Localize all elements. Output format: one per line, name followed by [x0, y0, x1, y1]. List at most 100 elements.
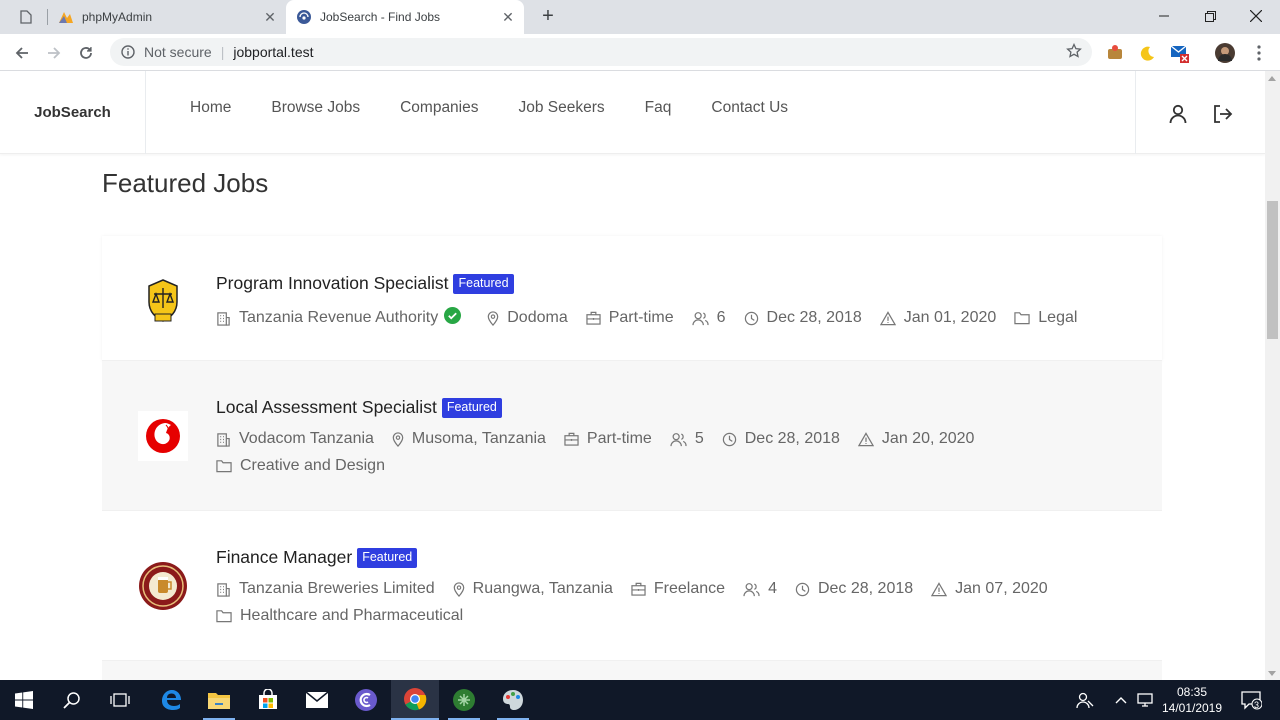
mail-extension-icon[interactable]: [1170, 43, 1190, 63]
job-category[interactable]: Legal: [1038, 309, 1077, 327]
close-tab-icon[interactable]: ✕: [260, 9, 280, 26]
job-card[interactable]: Program Innovation Specialist Featured T…: [102, 236, 1162, 361]
file-explorer-icon[interactable]: [195, 680, 243, 720]
positions-count: 6: [716, 309, 726, 326]
job-card[interactable]: [102, 661, 1162, 680]
building-icon: [217, 582, 230, 597]
job-title[interactable]: Local Assessment Specialist: [216, 397, 437, 418]
green-app-icon[interactable]: [440, 680, 488, 720]
store-icon[interactable]: [244, 680, 292, 720]
tbl-logo: [138, 561, 188, 611]
restore-button[interactable]: [1187, 0, 1233, 32]
scroll-down-arrow[interactable]: [1268, 671, 1276, 676]
start-button[interactable]: [0, 680, 48, 720]
minimize-button[interactable]: [1141, 0, 1187, 32]
company-name[interactable]: Tanzania Breweries Limited: [239, 580, 435, 598]
site-logo[interactable]: JobSearch: [0, 71, 146, 154]
job-meta-second-line: Healthcare and Pharmaceutical: [216, 607, 481, 625]
building-icon: [217, 311, 230, 326]
paint-app-icon[interactable]: [489, 680, 537, 720]
deadline-meta: Jan 07, 2020: [931, 580, 1048, 598]
task-view-icon[interactable]: [96, 680, 144, 720]
address-bar[interactable]: Not secure | jobportal.test: [110, 38, 1092, 66]
tab-phpmyadmin[interactable]: phpMyAdmin ✕: [48, 0, 286, 34]
vodacom-logo: [138, 411, 188, 461]
profile-avatar[interactable]: [1215, 43, 1235, 63]
folder-icon: [216, 610, 232, 623]
job-location: Musoma, Tanzania: [411, 430, 546, 447]
main-navigation: Home Browse Jobs Companies Job Seekers F…: [190, 99, 828, 117]
system-clock[interactable]: 08:35 14/01/2019: [1160, 684, 1224, 716]
positions-count: 4: [768, 580, 777, 597]
chrome-menu-icon[interactable]: [1249, 43, 1269, 63]
people-icon[interactable]: [1074, 680, 1096, 720]
back-button[interactable]: [9, 40, 35, 66]
nav-browse-jobs[interactable]: Browse Jobs: [271, 99, 360, 117]
users-icon: [743, 582, 760, 596]
deadline-meta: Jan 01, 2020: [879, 309, 996, 327]
user-icon[interactable]: [1167, 103, 1189, 125]
job-card[interactable]: Finance Manager Featured Tanzania Brewer…: [102, 511, 1162, 661]
briefcase-icon: [631, 582, 646, 596]
warning-triangle-icon: [931, 581, 948, 596]
nav-contact-us[interactable]: Contact Us: [711, 99, 788, 117]
folder-icon: [1014, 312, 1030, 325]
tab-jobsearch[interactable]: JobSearch - Find Jobs ✕: [286, 0, 524, 34]
posted-date: Dec 28, 2018: [817, 580, 914, 597]
logout-icon[interactable]: [1211, 103, 1233, 125]
close-window-button[interactable]: [1233, 0, 1279, 32]
section-title: Featured Jobs: [102, 168, 269, 198]
notification-center-icon[interactable]: 3: [1236, 680, 1266, 720]
job-meta-second-line: Creative and Design: [216, 457, 403, 475]
browser-tab-strip: phpMyAdmin ✕ JobSearch - Find Jobs ✕ +: [0, 0, 1280, 34]
phpmyadmin-icon: [58, 9, 74, 25]
reload-button[interactable]: [73, 40, 99, 66]
job-title[interactable]: Program Innovation Specialist: [216, 273, 448, 294]
scroll-up-arrow[interactable]: [1268, 76, 1276, 81]
clock-icon: [722, 432, 736, 446]
category-meta: Legal: [1014, 309, 1077, 327]
site-header: JobSearch Home Browse Jobs Companies Job…: [0, 71, 1265, 154]
job-category[interactable]: Healthcare and Pharmaceutical: [240, 607, 463, 625]
network-icon[interactable]: [1134, 680, 1156, 720]
mail-icon[interactable]: [293, 680, 341, 720]
search-icon[interactable]: [48, 680, 96, 720]
nav-faq[interactable]: Faq: [645, 99, 672, 117]
clock-icon: [795, 582, 810, 596]
company-name[interactable]: Tanzania Revenue Authority: [239, 309, 438, 327]
category-meta: Healthcare and Pharmaceutical: [216, 607, 463, 625]
forward-button[interactable]: [41, 40, 67, 66]
job-title[interactable]: Finance Manager: [216, 547, 352, 568]
extension-icon[interactable]: [1105, 43, 1125, 63]
featured-badge: Featured: [441, 397, 502, 418]
web-page: JobSearch Home Browse Jobs Companies Job…: [0, 71, 1265, 680]
moon-extension-icon[interactable]: [1137, 43, 1157, 63]
location-meta: Dodoma: [487, 309, 568, 327]
nav-home[interactable]: Home: [190, 99, 231, 117]
nav-job-seekers[interactable]: Job Seekers: [519, 99, 605, 117]
users-icon: [692, 311, 709, 325]
url-text[interactable]: jobportal.test: [233, 44, 313, 60]
bookmark-star-icon[interactable]: [1066, 42, 1082, 62]
job-card[interactable]: Local Assessment Specialist Featured Vod…: [102, 361, 1162, 511]
job-title-row: Local Assessment Specialist Featured: [216, 397, 502, 418]
app-icon[interactable]: [342, 680, 390, 720]
security-label: Not secure: [144, 44, 212, 60]
deadline-date: Jan 20, 2020: [881, 430, 975, 447]
chrome-icon[interactable]: [391, 680, 439, 720]
edge-browser-icon[interactable]: [147, 680, 195, 720]
location-meta: Musoma, Tanzania: [392, 430, 546, 448]
new-tab-button[interactable]: +: [536, 5, 560, 29]
job-type: Freelance: [653, 580, 726, 597]
scrollbar-thumb[interactable]: [1267, 201, 1278, 339]
info-icon[interactable]: [120, 44, 136, 60]
page-scrollbar[interactable]: [1265, 71, 1280, 680]
nav-companies[interactable]: Companies: [400, 99, 478, 117]
tab-blank[interactable]: [0, 0, 48, 34]
featured-badge: Featured: [453, 273, 514, 294]
map-pin-icon: [453, 581, 464, 597]
job-category[interactable]: Creative and Design: [240, 457, 385, 475]
close-tab-icon[interactable]: ✕: [498, 9, 518, 26]
chevron-up-icon[interactable]: [1110, 680, 1132, 720]
company-name[interactable]: Vodacom Tanzania: [239, 430, 374, 448]
